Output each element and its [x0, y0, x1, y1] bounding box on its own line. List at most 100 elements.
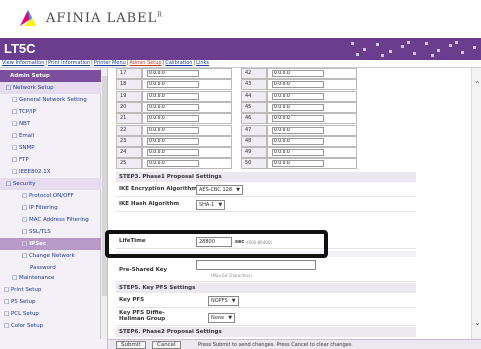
- submit-button[interactable]: Submit: [116, 341, 146, 349]
- sidebar-footer: [0, 339, 108, 349]
- ip-address-cell: [142, 158, 232, 170]
- sidebar-item-ip-filtering[interactable]: □ IP Filtering: [0, 202, 101, 214]
- nav-link-calibration[interactable]: Calibration: [165, 60, 192, 66]
- psk-input[interactable]: [196, 260, 316, 270]
- ip-index-cell: 19: [116, 90, 142, 102]
- ip-address-input[interactable]: [147, 70, 199, 77]
- sidebar-scroll-thumb[interactable]: [102, 76, 107, 296]
- psk-hint: (Max 64 Characters): [211, 273, 252, 278]
- nav-separator: |: [45, 60, 48, 66]
- ip-address-input[interactable]: [272, 70, 324, 77]
- ip-index-cell: 21: [116, 113, 142, 125]
- lifetime-callout-highlight: [105, 230, 328, 258]
- cancel-button[interactable]: Cancel: [152, 341, 181, 349]
- ike-encryption-row: IKE Encryption Algorithm AES-CBC 128: [116, 183, 416, 197]
- sidebar-item-nbt[interactable]: □ NBT: [0, 118, 101, 130]
- ip-address-input[interactable]: [272, 103, 324, 111]
- dh-group-select[interactable]: None: [208, 313, 236, 323]
- top-nav: View Information|Print Information|Print…: [0, 60, 481, 68]
- sidebar-item-change-network[interactable]: □ Change Network: [0, 250, 101, 262]
- sidebar-item-color-setup[interactable]: □ Color Setup: [0, 320, 101, 332]
- ip-address-cell: [267, 158, 357, 170]
- ip-address-input[interactable]: [272, 126, 324, 134]
- ip-address-input[interactable]: [272, 92, 324, 100]
- main-content: 174218431944204521462247234824492550 STE…: [108, 68, 471, 339]
- sidebar-item-general-network-setting[interactable]: □ General Network Setting: [0, 94, 101, 106]
- nav-link-links[interactable]: Links: [196, 60, 209, 66]
- nav-separator: |: [193, 60, 196, 66]
- ip-address-input[interactable]: [147, 137, 199, 145]
- ip-table-row: 1742: [116, 68, 446, 79]
- decorative-dot: [413, 52, 416, 55]
- ip-address-input[interactable]: [147, 126, 199, 134]
- decorative-dot: [376, 43, 379, 46]
- nav-link-printer-menu[interactable]: Printer Menu: [94, 60, 126, 66]
- scroll-down-icon[interactable]: ⌄: [474, 318, 481, 327]
- sidebar-item-ieee802-1x[interactable]: □ IEEE802.1X: [0, 166, 101, 178]
- ip-address-cell: [142, 90, 232, 102]
- step5-heading: STEP5. Key PFS Settings: [116, 283, 416, 293]
- sidebar-item-mac-address-filtering[interactable]: □ MAC Address Filtering: [0, 214, 101, 226]
- ip-table-row: 25 50: [116, 158, 446, 170]
- ip-index-cell: 47: [241, 124, 267, 136]
- ip-index-cell: 49: [241, 147, 267, 159]
- ip-address-input[interactable]: [147, 160, 199, 168]
- dh-group-label: Key PFS Diffie-Hellman Group: [119, 310, 166, 322]
- sidebar-item-snmp[interactable]: □ SNMP: [0, 142, 101, 154]
- decorative-dot: [437, 49, 440, 52]
- ip-address-input[interactable]: [272, 149, 324, 157]
- decorative-dot: [381, 54, 384, 57]
- nav-link-print-information[interactable]: Print Information: [48, 60, 90, 66]
- sidebar-item-ftp[interactable]: □ FTP: [0, 154, 101, 166]
- ip-address-cell: [267, 101, 357, 113]
- sidebar-item-tcp-ip[interactable]: □ TCP/IP: [0, 106, 101, 118]
- step3-heading: STEP3. Phase1 Proposal Settings: [116, 172, 416, 182]
- ike-hash-select[interactable]: SHA-1: [196, 200, 226, 210]
- ip-address-cell: [267, 79, 357, 91]
- step6-heading: STEP6. Phase2 Proposal Settings: [116, 327, 416, 337]
- ip-address-cell: [267, 113, 357, 125]
- sidebar-item-admin-setup: Admin Setup: [0, 70, 101, 82]
- main-scrollbar[interactable]: ⌃ ⌄: [471, 68, 481, 339]
- ip-index-cell: 18: [116, 79, 142, 91]
- key-pfs-select[interactable]: NOPFS: [208, 296, 239, 306]
- sidebar-item-print-setup[interactable]: □ Print Setup: [0, 284, 101, 296]
- ip-address-input[interactable]: [272, 160, 324, 168]
- ip-address-input[interactable]: [147, 81, 199, 89]
- nav-link-view-information[interactable]: View Information: [2, 60, 44, 66]
- ip-index-cell: 50: [241, 158, 267, 170]
- ip-address-input[interactable]: [272, 81, 324, 89]
- ip-address-input[interactable]: [147, 115, 199, 123]
- sidebar-item-pcl-setup[interactable]: □ PCL Setup: [0, 308, 101, 320]
- ip-table-row: 1944: [116, 90, 446, 102]
- ip-index-cell: 20: [116, 101, 142, 113]
- sidebar-item-security[interactable]: □ Security: [0, 178, 101, 190]
- sidebar-item-protocol-on-off[interactable]: □ Protocol ON/OFF: [0, 190, 101, 202]
- ip-address-input[interactable]: [147, 103, 199, 111]
- ip-address-cell: [142, 147, 232, 159]
- ip-table-row: 24 49: [116, 147, 446, 159]
- decorative-dot: [455, 41, 458, 44]
- sidebar-item-ps-setup[interactable]: □ PS Setup: [0, 296, 101, 308]
- sidebar-scrollbar[interactable]: [100, 68, 107, 339]
- sidebar-item-ipsec[interactable]: □ IPSec: [0, 238, 101, 250]
- ip-address-input[interactable]: [272, 137, 324, 145]
- ip-address-cell: [142, 113, 232, 125]
- sidebar-item-email[interactable]: □ Email: [0, 130, 101, 142]
- ike-encryption-select[interactable]: AES-CBC 128: [196, 185, 244, 195]
- ip-index-cell: 43: [241, 79, 267, 91]
- logo-text: AFINIA LABELR: [46, 11, 163, 26]
- logo-area: AFINIA LABELR: [0, 0, 481, 38]
- ip-table-row: 23 48: [116, 135, 446, 147]
- ip-address-input[interactable]: [272, 115, 324, 123]
- decorative-dot: [449, 44, 452, 47]
- scroll-up-icon[interactable]: ⌃: [474, 80, 481, 89]
- sidebar-item-maintenance[interactable]: □ Maintenance: [0, 272, 101, 284]
- sidebar-item-ssl-tls[interactable]: □ SSL/TLS: [0, 226, 101, 238]
- ip-address-cell: [267, 68, 357, 79]
- ip-address-cell: [267, 147, 357, 159]
- nav-link-admin-setup[interactable]: Admin Setup: [129, 60, 161, 66]
- ip-address-input[interactable]: [147, 149, 199, 157]
- ip-address-input[interactable]: [147, 92, 199, 100]
- sidebar-item-network-setup[interactable]: □ Network Setup: [0, 82, 101, 94]
